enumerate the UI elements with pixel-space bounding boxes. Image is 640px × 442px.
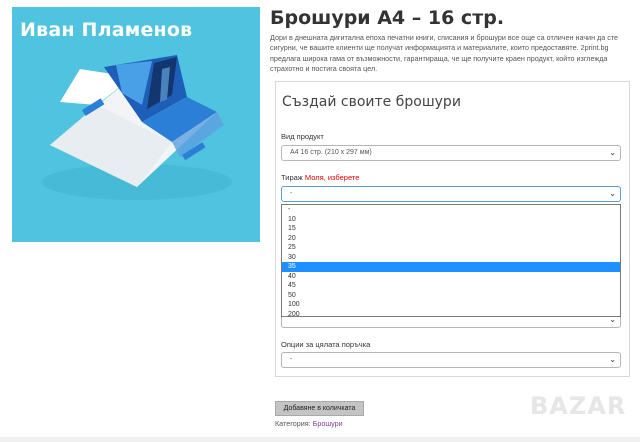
quantity-option[interactable]: 15 [282,224,620,234]
configurator-heading: Създай своите брошури [282,94,461,110]
order-options-label: Опции за цялата поръчка [281,340,371,349]
chevron-down-icon: ⌄ [609,189,616,198]
quantity-select[interactable]: - ⌄ [281,186,621,202]
product-type-value: А4 16 стр. (210 x 297 мм) [290,149,372,156]
quantity-option[interactable]: 30 [282,253,620,263]
quantity-option[interactable]: - [282,205,620,215]
category-line: Категория: Брошури [275,419,343,428]
quantity-option[interactable]: 10 [282,215,620,225]
quantity-option[interactable]: 100 [282,300,620,310]
brochure-illustration [42,55,232,200]
bottom-bar [0,437,640,442]
quantity-value: - [290,190,293,197]
chevron-down-icon: ⌄ [609,355,616,364]
product-description: Дори в днешната дигитална епоха печатни … [270,33,619,74]
order-options-value: - [290,356,293,363]
add-to-cart-button[interactable]: Добавяне в количката [275,401,364,416]
product-type-label: Вид продукт [281,132,324,141]
order-options-select[interactable]: - ⌄ [281,352,621,368]
quantity-option[interactable]: 35 [282,262,620,272]
quantity-label-text: Тираж [281,173,303,182]
quantity-option[interactable]: 20 [282,234,620,244]
chevron-down-icon: ⌄ [609,148,616,157]
watermark-name: Иван Пламенов [20,19,193,41]
quantity-option[interactable]: 25 [282,243,620,253]
category-label: Категория: [275,419,311,428]
category-link[interactable]: Брошури [313,419,343,428]
quantity-required-note: Моля, изберете [304,173,360,182]
bazar-watermark-logo: BAZAR [530,392,627,420]
product-title: Брошури А4 – 16 стр. [270,7,505,29]
quantity-option[interactable]: 200 [282,310,620,320]
quantity-label: Тираж Моля, изберете [281,173,359,182]
quantity-options-list[interactable]: -10 15 20 25 30 35 40 45 50 100 200 [281,204,621,320]
product-image: Иван Пламенов [12,7,260,242]
quantity-option[interactable]: 45 [282,281,620,291]
quantity-option[interactable]: 40 [282,272,620,282]
quantity-option[interactable]: 50 [282,291,620,301]
product-type-select[interactable]: А4 16 стр. (210 x 297 мм) ⌄ [281,145,621,161]
